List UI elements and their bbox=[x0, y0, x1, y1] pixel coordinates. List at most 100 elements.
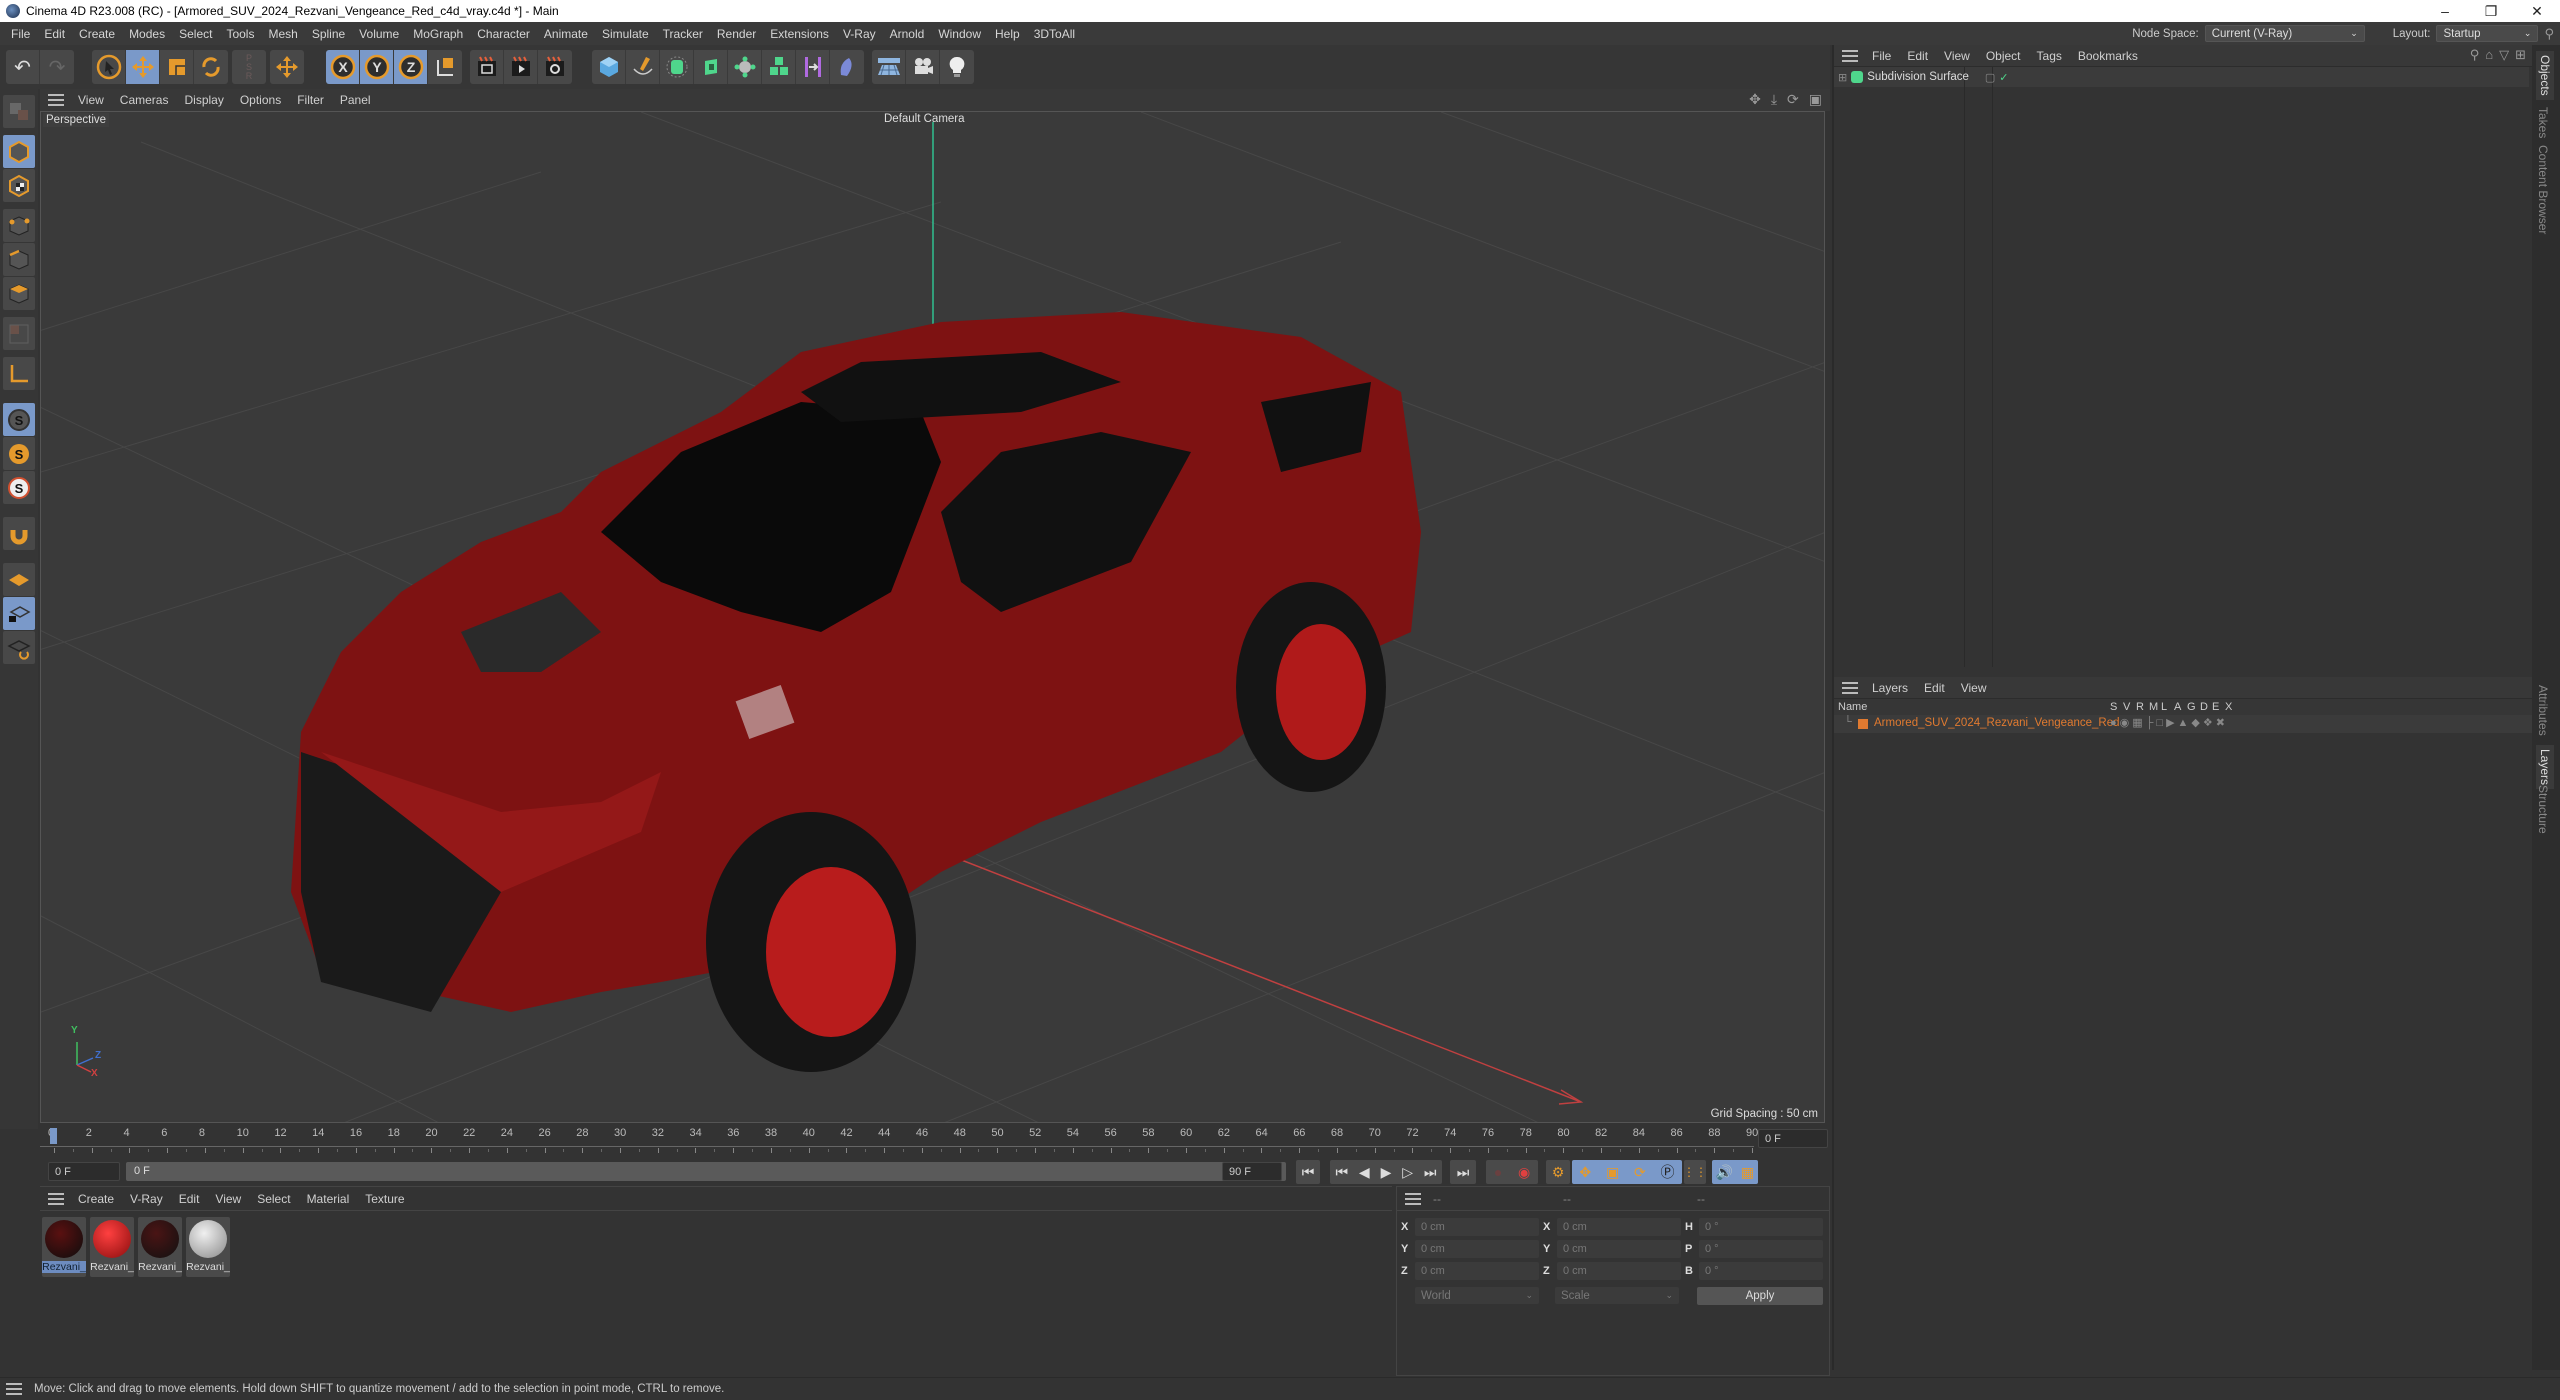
light-button[interactable] bbox=[940, 50, 974, 84]
enabled-check-icon[interactable]: ✓ bbox=[1999, 71, 2008, 84]
snap-button[interactable] bbox=[3, 517, 35, 550]
size-y-field[interactable]: 0 cm bbox=[1557, 1240, 1681, 1258]
hamburger-menu-icon[interactable] bbox=[1842, 681, 1858, 694]
menu-tracker[interactable]: Tracker bbox=[656, 27, 710, 41]
go-to-start-button[interactable]: ⏮ bbox=[1296, 1160, 1320, 1184]
tab-layers[interactable]: Layers bbox=[2536, 745, 2554, 790]
layer-row[interactable]: └ Armored_SUV_2024_Rezvani_Vengeance_Red… bbox=[1834, 715, 2534, 733]
keyframe-selection-button[interactable]: ⚙ bbox=[1546, 1160, 1570, 1184]
rotate-view-icon[interactable]: ⟳ bbox=[1787, 91, 1799, 108]
key-parameter-icon[interactable]: Ⓟ bbox=[1661, 1162, 1675, 1182]
menu-file[interactable]: File bbox=[4, 27, 37, 41]
go-to-end-button[interactable]: ⏭ bbox=[1450, 1160, 1476, 1184]
perspective-viewport[interactable]: Perspective Default Camera Y Z X Grid Sp… bbox=[40, 111, 1825, 1123]
menu-create[interactable]: Create bbox=[72, 27, 122, 41]
pos-y-field[interactable]: 0 cm bbox=[1415, 1240, 1539, 1258]
column-manager[interactable]: M bbox=[2149, 701, 2158, 713]
next-key-icon[interactable]: ⏭ bbox=[1424, 1164, 1437, 1181]
redo-button[interactable]: ↷ bbox=[40, 50, 74, 84]
column-deformers[interactable]: D bbox=[2200, 701, 2208, 713]
tab-structure[interactable]: Structure bbox=[2536, 785, 2550, 834]
workplane-button[interactable] bbox=[3, 563, 35, 596]
scale-button[interactable] bbox=[160, 50, 194, 84]
viewport-menu-filter[interactable]: Filter bbox=[289, 93, 332, 107]
menu-extensions[interactable]: Extensions bbox=[763, 27, 836, 41]
menu-tools[interactable]: Tools bbox=[219, 27, 261, 41]
material-menu-create[interactable]: Create bbox=[70, 1192, 122, 1206]
locked-workplane-button[interactable] bbox=[3, 597, 35, 630]
menu-window[interactable]: Window bbox=[931, 27, 988, 41]
floor-button[interactable] bbox=[872, 50, 906, 84]
render-settings-button[interactable] bbox=[538, 50, 572, 84]
solo-off-button[interactable]: S bbox=[3, 403, 35, 436]
menu-character[interactable]: Character bbox=[470, 27, 537, 41]
render-picture-viewer-button[interactable] bbox=[504, 50, 538, 84]
key-scale-icon[interactable]: ▣ bbox=[1606, 1164, 1619, 1181]
menu-animate[interactable]: Animate bbox=[537, 27, 595, 41]
rot-h-field[interactable]: 0 ° bbox=[1699, 1218, 1823, 1236]
cloner-button[interactable] bbox=[728, 50, 762, 84]
apply-button[interactable]: Apply bbox=[1697, 1287, 1823, 1305]
pos-x-field[interactable]: 0 cm bbox=[1415, 1218, 1539, 1236]
object-menu-view[interactable]: View bbox=[1936, 49, 1978, 63]
material-menu-texture[interactable]: Texture bbox=[357, 1192, 412, 1206]
column-solo[interactable]: S bbox=[2110, 701, 2117, 713]
column-visible[interactable]: V bbox=[2123, 701, 2130, 713]
hamburger-menu-icon[interactable] bbox=[1405, 1192, 1421, 1205]
rot-p-field[interactable]: 0 ° bbox=[1699, 1240, 1823, 1258]
column-locked[interactable]: L bbox=[2161, 701, 2167, 713]
next-frame-icon[interactable]: ▷ bbox=[1402, 1164, 1413, 1181]
camera-button[interactable] bbox=[906, 50, 940, 84]
minimize-button[interactable]: – bbox=[2422, 0, 2468, 22]
move-button[interactable] bbox=[126, 50, 160, 84]
axis-mode-button[interactable] bbox=[3, 357, 35, 390]
menu-volume[interactable]: Volume bbox=[352, 27, 406, 41]
autokey-icon[interactable]: ◉ bbox=[1518, 1164, 1530, 1181]
texture-mode-button[interactable] bbox=[3, 169, 35, 202]
render-view-button[interactable] bbox=[470, 50, 504, 84]
solo-hierarchy-button[interactable]: S bbox=[3, 471, 35, 504]
subdivision-button[interactable] bbox=[660, 50, 694, 84]
menu-edit[interactable]: Edit bbox=[37, 27, 72, 41]
object-menu-object[interactable]: Object bbox=[1978, 49, 2029, 63]
z-axis-button[interactable]: Z bbox=[394, 50, 428, 84]
material-menu-material[interactable]: Material bbox=[299, 1192, 358, 1206]
layer-menu-layers[interactable]: Layers bbox=[1864, 681, 1916, 695]
coordinate-system-button[interactable] bbox=[428, 50, 462, 84]
material-menu-select[interactable]: Select bbox=[249, 1192, 298, 1206]
material-menu-vray[interactable]: V-Ray bbox=[122, 1192, 171, 1206]
column-expressions[interactable]: E bbox=[2212, 701, 2219, 713]
field-button[interactable] bbox=[830, 50, 864, 84]
points-mode-button[interactable] bbox=[3, 209, 35, 242]
column-render[interactable]: R bbox=[2136, 701, 2144, 713]
psr-button[interactable]: PSR bbox=[232, 50, 266, 84]
home-icon[interactable]: ⌂ bbox=[2485, 47, 2493, 63]
dolly-view-icon[interactable]: ⤓ bbox=[1771, 91, 1777, 108]
hamburger-menu-icon[interactable] bbox=[1842, 49, 1858, 62]
material-swatch[interactable]: Rezvani_ bbox=[90, 1217, 134, 1277]
menu-vray[interactable]: V-Ray bbox=[836, 27, 883, 41]
film-strip-icon[interactable]: ▦ bbox=[1741, 1164, 1754, 1181]
layer-menu-edit[interactable]: Edit bbox=[1916, 681, 1953, 695]
camera-label[interactable]: Default Camera bbox=[884, 113, 965, 125]
timeline-ruler[interactable]: 0246810121416182022242628303234363840424… bbox=[40, 1124, 1830, 1162]
play-icon[interactable]: ▶ bbox=[1381, 1164, 1392, 1181]
object-row[interactable]: ⊞ Subdivision Surface ▢ ✓ bbox=[1838, 69, 2009, 85]
material-menu-edit[interactable]: Edit bbox=[171, 1192, 208, 1206]
key-rotation-icon[interactable]: ⟳ bbox=[1634, 1164, 1646, 1181]
world-axis-button[interactable] bbox=[270, 50, 304, 84]
cube-button[interactable] bbox=[592, 50, 626, 84]
extrude-button[interactable] bbox=[694, 50, 728, 84]
filter-icon[interactable]: ▽ bbox=[2499, 47, 2509, 63]
tab-takes[interactable]: Takes bbox=[2536, 107, 2550, 138]
menu-render[interactable]: Render bbox=[710, 27, 763, 41]
current-frame-field[interactable]: 0 F bbox=[1758, 1129, 1828, 1148]
edges-mode-button[interactable] bbox=[3, 243, 35, 276]
menu-mesh[interactable]: Mesh bbox=[261, 27, 304, 41]
size-x-field[interactable]: 0 cm bbox=[1557, 1218, 1681, 1236]
viewport-menu-view[interactable]: View bbox=[70, 93, 112, 107]
menu-arnold[interactable]: Arnold bbox=[883, 27, 932, 41]
menu-3dtoall[interactable]: 3DToAll bbox=[1027, 27, 1082, 41]
key-position-icon[interactable]: ✥ bbox=[1579, 1164, 1591, 1181]
size-z-field[interactable]: 0 cm bbox=[1557, 1262, 1681, 1280]
